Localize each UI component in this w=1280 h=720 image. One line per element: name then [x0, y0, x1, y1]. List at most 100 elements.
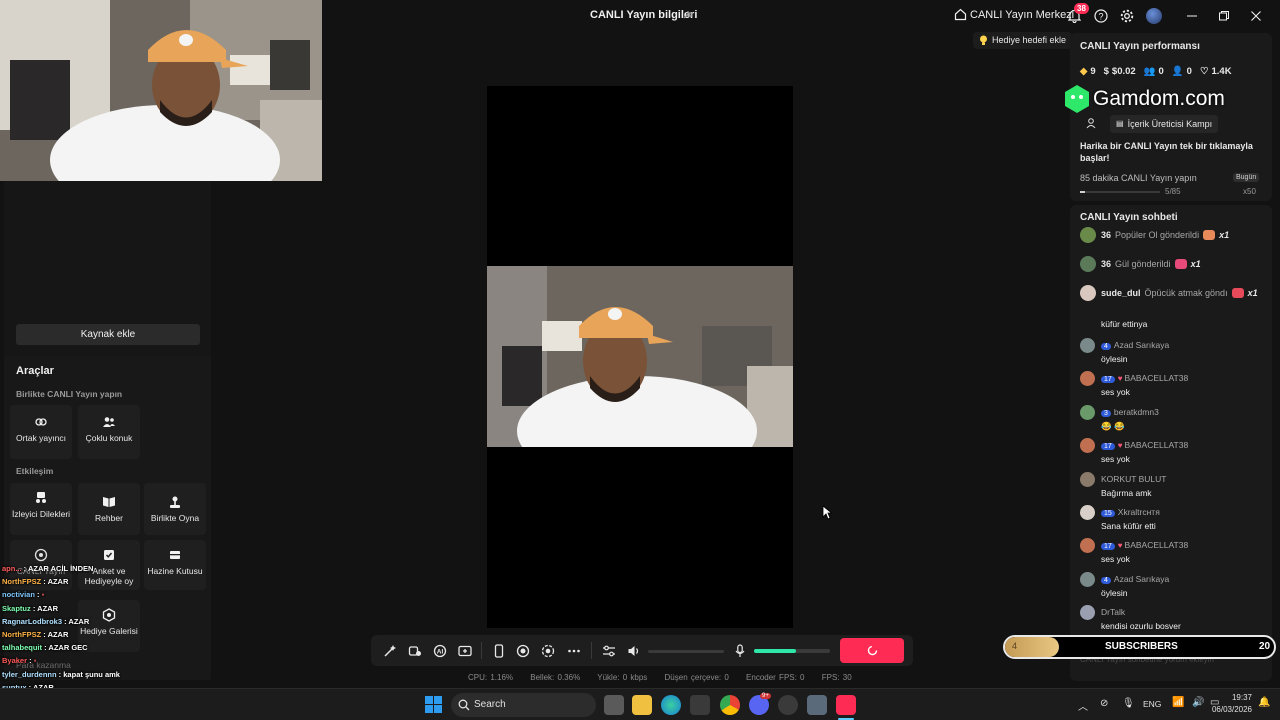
- chat-user[interactable]: 17 ♥ BABACELLAT38: [1101, 540, 1188, 551]
- chat-user[interactable]: 3 beratkdmn3: [1101, 407, 1159, 417]
- viewers-count: 0: [1158, 66, 1164, 77]
- effects-icon[interactable]: [408, 644, 422, 658]
- task-view-icon[interactable]: [604, 695, 624, 715]
- overlay-chat-line: Byaker : ▪: [2, 654, 202, 667]
- clock-date[interactable]: 06/03/2026: [1208, 705, 1252, 714]
- gift-sender[interactable]: sude_dul: [1101, 288, 1141, 298]
- creator-camp-button[interactable]: ▤ İçerik Üreticisi Kampı: [1110, 115, 1219, 133]
- speaker-volume-slider[interactable]: [648, 650, 724, 653]
- maximize-icon[interactable]: [1218, 10, 1230, 22]
- chat-user[interactable]: 4 Azad Sarıkaya: [1101, 574, 1169, 584]
- go-live-button[interactable]: [840, 638, 904, 663]
- close-icon[interactable]: [1250, 10, 1262, 22]
- chat-user[interactable]: 15 Xkraltrснтя: [1101, 507, 1160, 517]
- viewer-requests-tool[interactable]: İzleyici Dilekleri: [10, 483, 72, 535]
- magic-wand-icon[interactable]: [383, 644, 397, 658]
- profile-avatar[interactable]: [1146, 8, 1162, 24]
- file-explorer-icon[interactable]: [632, 695, 652, 715]
- mixer-icon[interactable]: [602, 644, 616, 658]
- mic-volume-slider[interactable]: [754, 649, 830, 653]
- phone-icon[interactable]: [492, 644, 506, 658]
- avatar[interactable]: [1080, 538, 1095, 554]
- avatar[interactable]: [1080, 571, 1095, 587]
- edge-icon[interactable]: [661, 695, 681, 715]
- play-together-label: Birlikte Oyna: [150, 513, 200, 523]
- clock-time[interactable]: 19:37: [1224, 693, 1252, 702]
- microphone-icon[interactable]: [733, 644, 747, 658]
- app-icon[interactable]: [778, 695, 798, 715]
- user-edit-icon[interactable]: [1086, 117, 1098, 129]
- avatar[interactable]: [1080, 338, 1095, 353]
- chat-user[interactable]: KORKUT BULUT: [1101, 474, 1167, 484]
- co-host-tool[interactable]: Ortak yayıncı: [10, 405, 72, 459]
- avatar[interactable]: [1080, 404, 1095, 420]
- minimize-icon[interactable]: [1186, 10, 1198, 22]
- avatar[interactable]: [1080, 471, 1095, 487]
- performance-title: CANLI Yayın performansı: [1080, 41, 1200, 52]
- windows-start-icon[interactable]: [425, 696, 442, 713]
- share-icon[interactable]: [682, 9, 694, 21]
- gear-icon[interactable]: [1120, 9, 1134, 23]
- avatar[interactable]: [1080, 285, 1096, 301]
- guide-tool[interactable]: Rehber: [78, 483, 140, 535]
- overlay-chat-user: Byaker: [2, 656, 28, 666]
- wifi-icon[interactable]: 📶: [1172, 697, 1184, 708]
- fan-badge-icon: ♥: [1117, 441, 1123, 451]
- chat-user[interactable]: 4 Azad Sarıkaya: [1101, 340, 1169, 350]
- tray-mic-icon[interactable]: 🎙: [1122, 698, 1135, 709]
- windows-taskbar: Search 9+ ︿ ⊘ 🎙 ENG 📶 🔊 ▭ 19:37 06/03/20…: [0, 688, 1280, 720]
- store-icon[interactable]: [690, 695, 710, 715]
- avatar[interactable]: [1080, 505, 1095, 520]
- avatar[interactable]: [1080, 605, 1095, 621]
- gift-goal-button[interactable]: Hediye hedefi ekle: [973, 32, 1073, 49]
- chat-user[interactable]: 17 ♥ BABACELLAT38: [1101, 373, 1188, 384]
- more-icon[interactable]: [567, 644, 581, 658]
- live-chat-panel: CANLI Yayın sohbeti 36 Popüler Ol gönderi…: [1070, 205, 1272, 681]
- multi-guest-tool[interactable]: Çoklu konuk: [78, 405, 140, 459]
- add-scene-icon[interactable]: [458, 644, 472, 658]
- heart-icon: ♡: [1199, 66, 1209, 77]
- live-center-link[interactable]: CANLI Yayın Merkezi: [954, 8, 1074, 21]
- notification-badge: 38: [1074, 3, 1089, 14]
- gift-count: x1: [1247, 288, 1258, 298]
- avatar[interactable]: [1080, 227, 1096, 243]
- level-badge: 3: [1101, 409, 1111, 417]
- ai-icon[interactable]: AI: [433, 644, 447, 658]
- toolbar-divider: [591, 642, 592, 659]
- avatar[interactable]: [1080, 371, 1095, 387]
- task-reward: x50: [1243, 187, 1256, 196]
- volume-icon[interactable]: 🔊: [1192, 697, 1204, 708]
- language-indicator[interactable]: ENG: [1143, 699, 1161, 709]
- book-icon: [103, 497, 115, 507]
- add-source-button[interactable]: Kaynak ekle: [16, 324, 200, 345]
- chat-user[interactable]: DrTalk: [1101, 607, 1125, 617]
- capture-icon[interactable]: [541, 644, 555, 658]
- stream-preview: [487, 86, 793, 628]
- live-center-label: CANLI Yayın Merkezi: [970, 8, 1075, 21]
- tiktok-live-studio-icon[interactable]: [836, 695, 856, 715]
- tray-app-icon[interactable]: ⊘: [1100, 698, 1108, 709]
- speaker-icon[interactable]: [627, 644, 641, 658]
- record-icon[interactable]: [516, 644, 530, 658]
- avatar[interactable]: [1080, 256, 1096, 272]
- subscribers-label: SUBSCRIBERS: [1105, 641, 1178, 652]
- play-together-tool[interactable]: Birlikte Oyna: [144, 483, 206, 535]
- taskbar-search[interactable]: Search: [451, 693, 596, 717]
- mouse-cursor-icon: [822, 505, 832, 520]
- avatar[interactable]: [1080, 438, 1095, 454]
- chat-user[interactable]: 17 ♥ BABACELLAT38: [1101, 440, 1188, 451]
- settings-app-icon[interactable]: [807, 695, 827, 715]
- gift-sender[interactable]: 36: [1101, 230, 1111, 240]
- viewer-requests-icon: [36, 492, 46, 503]
- chrome-icon[interactable]: [720, 695, 740, 715]
- chat-text: öylesin: [1101, 354, 1128, 364]
- money-icon: $: [1103, 66, 1109, 77]
- sponsor-logo-text: Gamdom.com: [1093, 87, 1225, 110]
- camera-source[interactable]: [487, 266, 793, 447]
- tray-chevron-icon[interactable]: ︿: [1078, 698, 1088, 713]
- help-icon[interactable]: ?: [1094, 9, 1108, 23]
- chat-username: Azad Sarıkaya: [1113, 573, 1170, 584]
- overlay-chat-line: noctivian : ▪: [2, 588, 202, 601]
- gift-sender[interactable]: 36: [1101, 259, 1111, 269]
- notification-center-icon[interactable]: 🔔: [1258, 697, 1270, 708]
